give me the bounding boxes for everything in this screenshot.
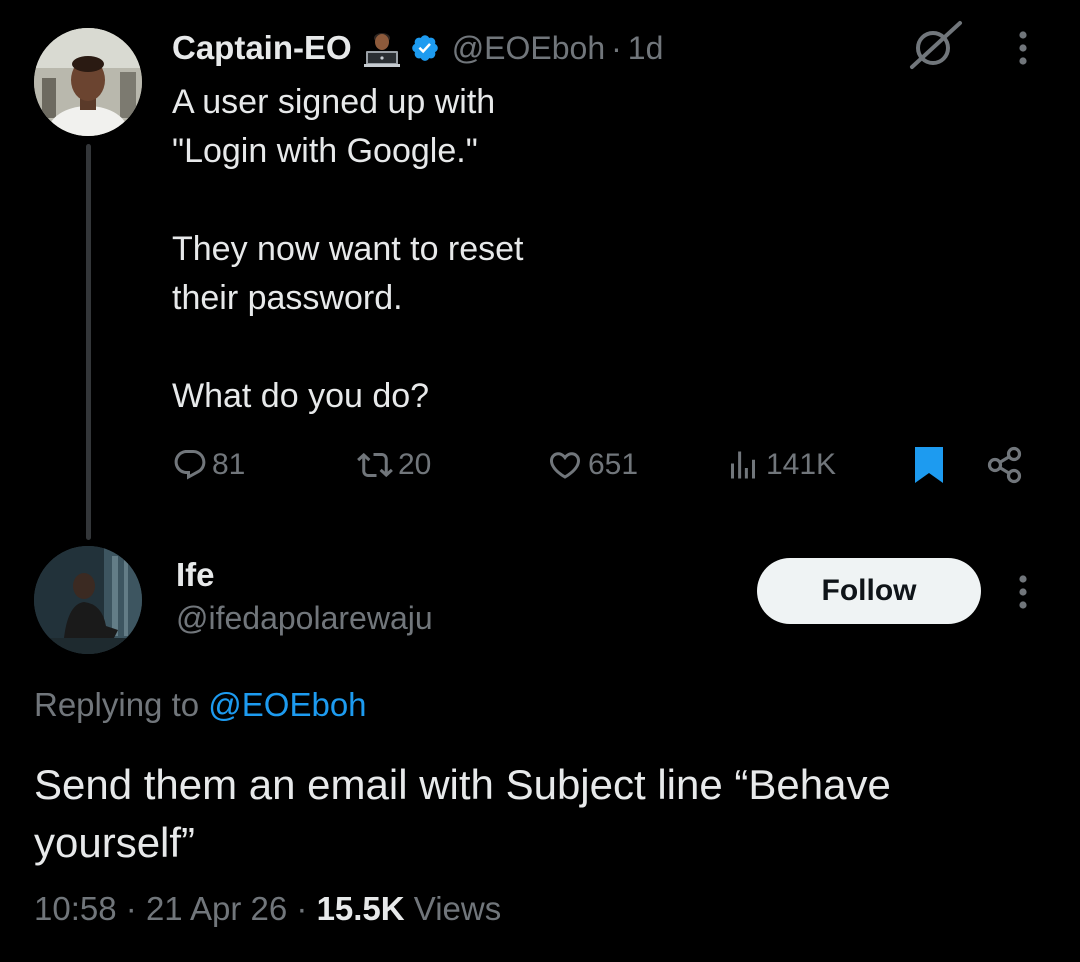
separator-dot: ·: [611, 29, 622, 66]
separator-dot: ·: [125, 890, 137, 927]
reply-button[interactable]: 81: [172, 440, 245, 490]
tweet-line: A user signed up with: [172, 83, 496, 121]
replying-to-mention[interactable]: @EOEboh: [208, 686, 366, 723]
share-button[interactable]: [986, 440, 1024, 490]
replying-to-label: Replying to: [34, 686, 200, 723]
tweet-line: What do you do?: [172, 377, 430, 415]
technologist-emoji-icon: [362, 29, 402, 67]
reply-tweet-text: Send them an email with Subject line “Be…: [34, 761, 891, 866]
tweet-line: their password.: [172, 279, 403, 317]
author-avatar[interactable]: [34, 28, 142, 136]
follow-button[interactable]: Follow: [757, 558, 981, 624]
more-options-icon[interactable]: [1018, 574, 1028, 610]
repost-button[interactable]: 20: [356, 440, 431, 490]
parent-author-row: Captain-EO @EOEboh · 1d: [172, 26, 663, 70]
reply-display-name[interactable]: Ife: [176, 556, 215, 594]
parent-tweet-text: A user signed up with "Login with Google…: [172, 78, 872, 421]
tweet-timestamp[interactable]: 1d: [628, 30, 664, 67]
more-options-icon[interactable]: [1018, 30, 1028, 66]
reply-time[interactable]: 10:58: [34, 890, 117, 927]
grok-icon[interactable]: [906, 20, 964, 72]
reply-handle[interactable]: @ifedapolarewaju: [176, 600, 433, 637]
author-handle[interactable]: @EOEboh: [452, 30, 605, 67]
share-icon: [987, 446, 1022, 484]
reply-count: 81: [212, 448, 246, 481]
reply-author-avatar[interactable]: [34, 546, 142, 654]
reply-icon: [174, 450, 206, 480]
reply-views-count[interactable]: 15.5K: [317, 890, 405, 927]
bookmark-icon: [915, 447, 943, 483]
tweet-meta-line: 10:58 · 21 Apr 26 · 15.5K Views: [34, 890, 501, 928]
reply-views-label: Views: [413, 890, 502, 927]
bookmark-button[interactable]: [912, 440, 946, 490]
views-button[interactable]: 141K: [724, 440, 836, 490]
repost-count: 20: [398, 448, 432, 481]
tweet-line: "Login with Google.": [172, 132, 478, 170]
repost-icon: [357, 452, 393, 478]
separator-dot: ·: [296, 890, 308, 927]
like-button[interactable]: 651: [546, 440, 638, 490]
avatar-photo-icon: [34, 546, 142, 654]
tweet-action-bar: 81 20 651 141K: [172, 440, 1032, 490]
reply-date[interactable]: 21 Apr 26: [146, 890, 287, 927]
avatar-photo-icon: [34, 28, 142, 136]
replying-to-line: Replying to @EOEboh: [34, 686, 367, 724]
tweet-line: They now want to reset: [172, 230, 524, 268]
views-count: 141K: [766, 448, 837, 481]
author-display-name[interactable]: Captain-EO: [172, 29, 352, 67]
like-count: 651: [588, 448, 639, 481]
heart-icon: [549, 452, 581, 479]
thread-connector-line: [86, 144, 91, 540]
views-icon: [731, 451, 755, 479]
verified-badge-icon[interactable]: [410, 33, 440, 63]
